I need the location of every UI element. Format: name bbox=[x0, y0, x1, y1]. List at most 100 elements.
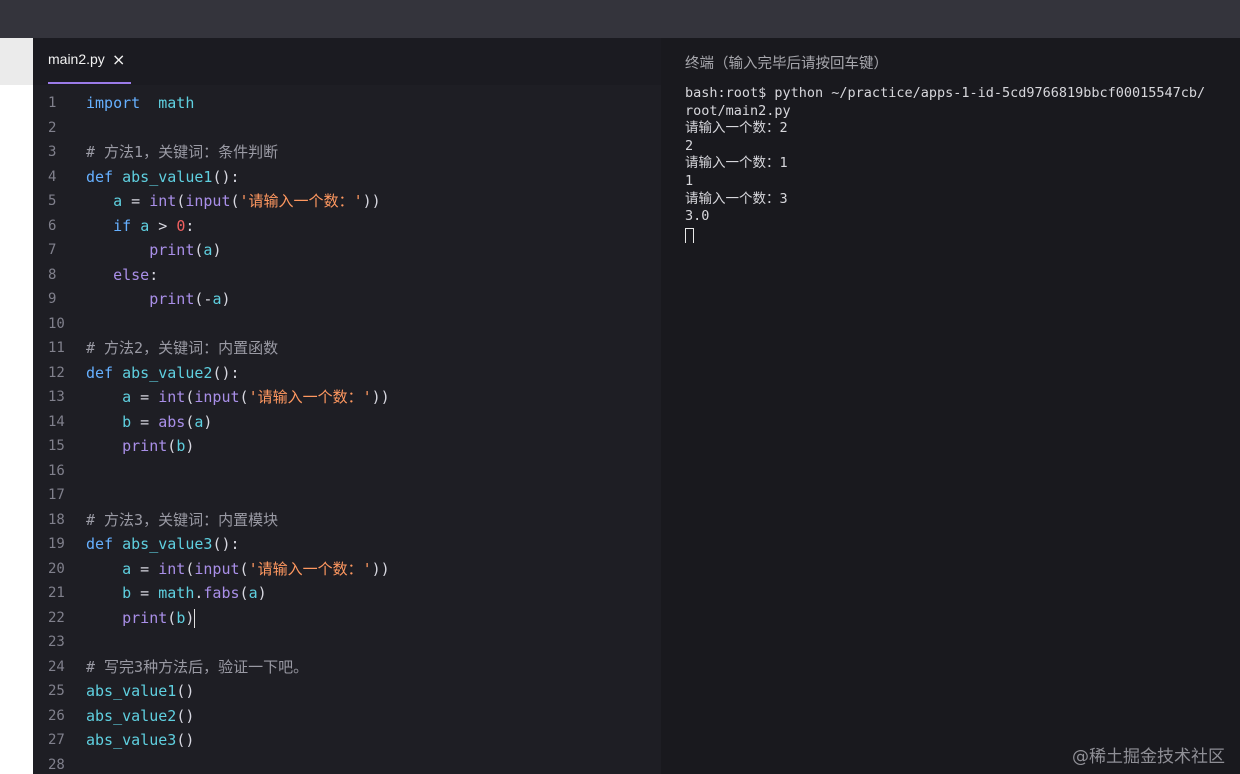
code-line[interactable]: 9 print(-a) bbox=[33, 287, 661, 312]
terminal-line: 请输入一个数：3 bbox=[685, 190, 788, 207]
code-token: input bbox=[185, 192, 231, 210]
code-line[interactable]: 1 import math bbox=[33, 91, 661, 116]
code-line[interactable]: 12 def abs_value2(): bbox=[33, 361, 661, 386]
terminal-line: root/main2.py bbox=[685, 102, 791, 119]
code-line[interactable]: 15 print(b) bbox=[33, 434, 661, 459]
code-token: ) bbox=[212, 241, 222, 259]
code-token: b bbox=[122, 584, 132, 602]
code-token: (- bbox=[194, 290, 213, 308]
code-token: abs_value2 bbox=[122, 363, 213, 382]
code-token: int bbox=[158, 559, 186, 578]
line-code: abs_value3() bbox=[86, 728, 194, 753]
code-line[interactable]: 10 bbox=[33, 312, 661, 337]
editor-tab-bar: main2.py × bbox=[33, 38, 661, 85]
code-line[interactable]: 25 abs_value1() bbox=[33, 679, 661, 704]
code-line[interactable]: 18 # 方法3，关键词：内置模块 bbox=[33, 508, 661, 533]
code-token: )) bbox=[371, 559, 390, 578]
code-token: ) bbox=[221, 290, 231, 308]
code-token: # 方法1，关键词：条件判断 bbox=[86, 143, 279, 161]
code-token: print bbox=[149, 241, 195, 259]
line-code: a = int(input('请输入一个数：')) bbox=[86, 189, 381, 214]
code-token: input bbox=[194, 388, 240, 406]
line-code: if a > 0: bbox=[86, 214, 194, 239]
code-token: a bbox=[122, 388, 132, 406]
code-editor[interactable]: main2.py × 1 import math 2 3 # 方法1，关键词：条件判断 4… bbox=[33, 38, 661, 774]
terminal-line: bash:root$ python ~/practice/apps-1-id-5… bbox=[685, 85, 1206, 101]
code-token: ' bbox=[362, 559, 372, 578]
line-code: print(a) bbox=[86, 238, 221, 263]
code-line[interactable]: 13 a = int(input('请输入一个数：')) bbox=[33, 385, 661, 410]
left-panel-header bbox=[0, 38, 33, 85]
line-code: b = abs(a) bbox=[86, 410, 212, 435]
code-line[interactable]: 4 def abs_value1(): bbox=[33, 165, 661, 190]
left-side-panel bbox=[0, 38, 33, 774]
line-code: abs_value1() bbox=[86, 679, 194, 704]
code-line[interactable]: 14 b = abs(a) bbox=[33, 410, 661, 435]
terminal-output[interactable]: bash:root$ python ~/practice/apps-1-id-5… bbox=[685, 85, 1240, 244]
line-number: 2 bbox=[48, 119, 57, 136]
line-number: 13 bbox=[48, 389, 65, 405]
code-line[interactable]: 24 # 写完3种方法后，验证一下吧。 bbox=[33, 655, 661, 680]
line-number: 11 bbox=[48, 340, 65, 356]
code-token: ) bbox=[257, 584, 267, 602]
code-line[interactable]: 28 bbox=[33, 753, 661, 774]
code-token: print bbox=[122, 608, 168, 627]
code-token: = bbox=[131, 412, 159, 431]
terminal-panel[interactable]: 终端（输入完毕后请按回车键） bash:root$ python ~/pract… bbox=[661, 38, 1240, 774]
code-line[interactable]: 8 else: bbox=[33, 263, 661, 288]
tab-label: main2.py bbox=[48, 51, 105, 67]
code-line[interactable]: 16 bbox=[33, 459, 661, 484]
code-line[interactable]: 7 print(a) bbox=[33, 238, 661, 263]
code-token: abs_value3 bbox=[122, 535, 213, 553]
close-icon[interactable]: × bbox=[112, 50, 125, 69]
code-token: b bbox=[176, 608, 186, 627]
terminal-line: 1 bbox=[685, 172, 694, 189]
code-line[interactable]: 3 # 方法1，关键词：条件判断 bbox=[33, 140, 661, 165]
line-code: abs_value2() bbox=[86, 704, 194, 729]
line-code: else: bbox=[86, 263, 158, 288]
code-line[interactable]: 27 abs_value3() bbox=[33, 728, 661, 753]
code-line[interactable]: 6 if a > 0: bbox=[33, 214, 661, 239]
line-number: 3 bbox=[48, 144, 57, 160]
line-number: 5 bbox=[48, 193, 57, 209]
code-lines[interactable]: 1 import math 2 3 # 方法1，关键词：条件判断 4 def abs_val… bbox=[33, 91, 661, 774]
code-token: print bbox=[149, 290, 195, 308]
code-token: def bbox=[86, 363, 114, 382]
code-line[interactable]: 2 bbox=[33, 116, 661, 141]
line-code: def abs_value3(): bbox=[86, 532, 240, 557]
code-line[interactable]: 23 bbox=[33, 630, 661, 655]
code-token: ( bbox=[167, 608, 177, 627]
code-token: # 方法2，关键词：内置函数 bbox=[86, 339, 279, 357]
line-number: 14 bbox=[48, 413, 65, 430]
code-line[interactable]: 11 # 方法2，关键词：内置函数 bbox=[33, 336, 661, 361]
code-token: abs_value1 bbox=[122, 167, 213, 186]
code-line[interactable]: 20 a = int(input('请输入一个数：')) bbox=[33, 557, 661, 582]
code-token: int bbox=[158, 388, 186, 406]
code-token: : bbox=[149, 265, 159, 284]
code-token: a bbox=[248, 584, 258, 602]
line-code: # 方法1，关键词：条件判断 bbox=[86, 140, 278, 165]
tab-main2-py[interactable]: main2.py × bbox=[33, 38, 143, 85]
code-token: = bbox=[122, 192, 150, 210]
code-line[interactable]: 19 def abs_value3(): bbox=[33, 532, 661, 557]
code-line[interactable]: 22 print(b) bbox=[33, 606, 661, 631]
code-token: )) bbox=[371, 388, 390, 406]
line-number: 17 bbox=[48, 487, 65, 503]
code-line[interactable]: 21 b = math.fabs(a) bbox=[33, 581, 661, 606]
code-line[interactable]: 17 bbox=[33, 483, 661, 508]
code-line[interactable]: 26 abs_value2() bbox=[33, 704, 661, 729]
line-code: b = math.fabs(a) bbox=[86, 581, 267, 606]
terminal-input-line[interactable] bbox=[685, 226, 1240, 244]
code-token: () bbox=[176, 731, 195, 749]
code-line[interactable]: 5 a = int(input('请输入一个数：')) bbox=[33, 189, 661, 214]
code-token: ( bbox=[239, 584, 249, 602]
line-code: a = int(input('请输入一个数：')) bbox=[86, 557, 390, 582]
window-top-bar bbox=[0, 0, 1240, 38]
